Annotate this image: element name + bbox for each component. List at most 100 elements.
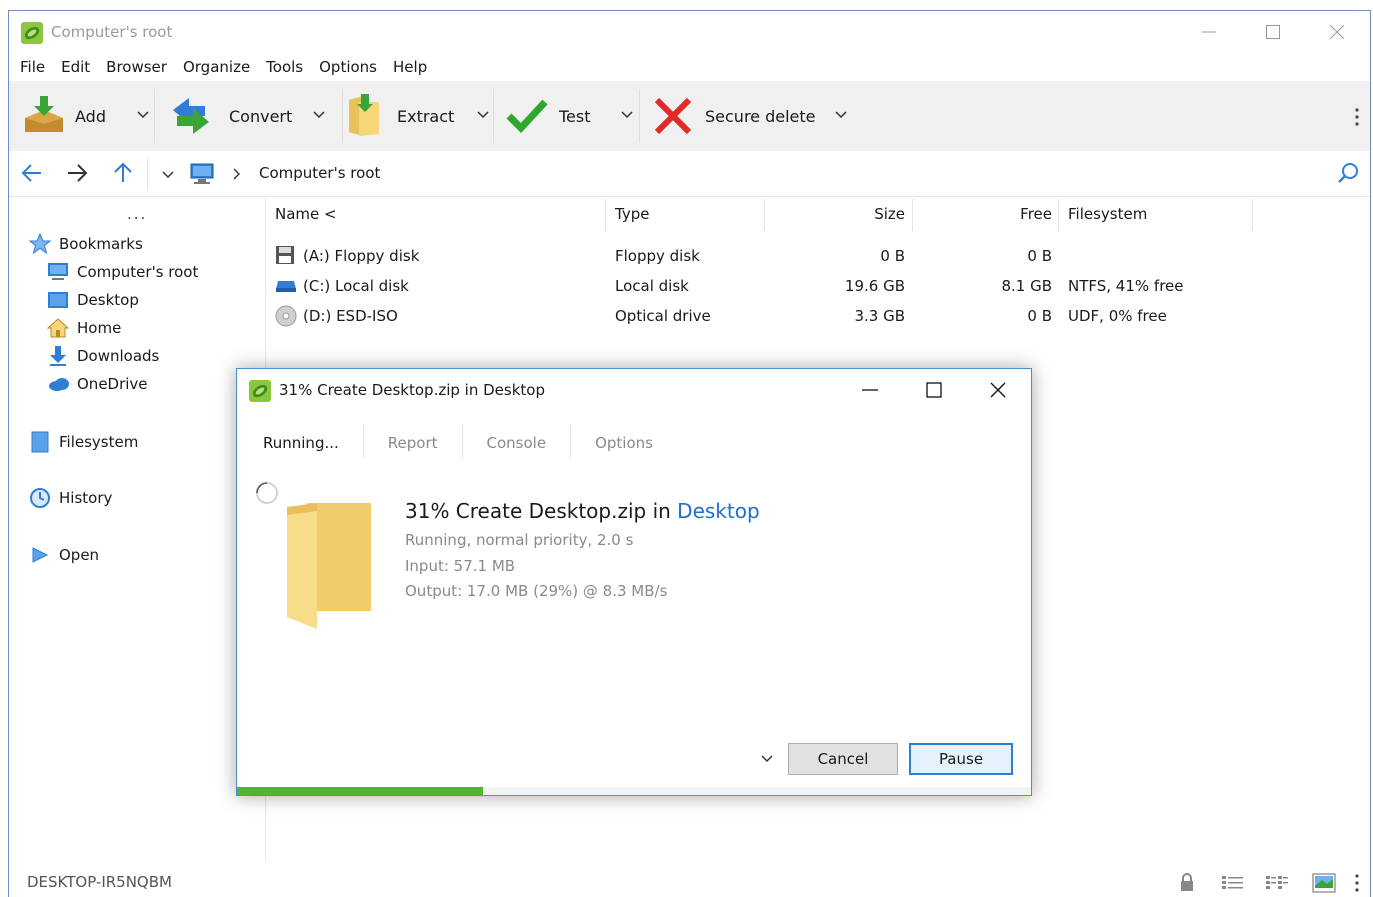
dialog-close-button[interactable]: [983, 377, 1013, 403]
close-icon: [990, 382, 1006, 398]
menu-browser[interactable]: Browser: [101, 55, 172, 81]
floppy-disk-icon: [276, 246, 294, 264]
computer-icon: [47, 261, 69, 283]
breadcrumb[interactable]: Computer's root: [259, 164, 380, 182]
output-size-line: Output: 17.0 MB (29%) @ 8.3 MB/s: [405, 582, 668, 600]
search-icon[interactable]: [1337, 162, 1359, 184]
sidebar-item-home[interactable]: Home: [47, 317, 121, 339]
row-type: Local disk: [615, 277, 689, 295]
sidebar-open[interactable]: Open: [29, 544, 99, 566]
test-label: Test: [559, 106, 591, 126]
column-header-size[interactable]: Size: [767, 197, 905, 231]
sidebar-item-label: Home: [77, 319, 122, 337]
test-button[interactable]: Test: [505, 81, 633, 151]
menu-edit[interactable]: Edit: [56, 55, 95, 81]
tab-options[interactable]: Options: [585, 425, 677, 459]
extract-label: Extract: [397, 106, 455, 126]
sidebar-item-desktop[interactable]: Desktop: [47, 289, 139, 311]
maximize-icon: [926, 382, 942, 398]
list-view-icon[interactable]: [1265, 875, 1289, 891]
dialog-minimize-button[interactable]: [855, 377, 885, 403]
convert-icon: [173, 98, 209, 134]
checkmark-icon: [506, 99, 548, 134]
sidebar-item-label: Desktop: [77, 291, 139, 309]
minimize-icon: [1202, 31, 1216, 33]
up-arrow-icon[interactable]: [113, 162, 133, 184]
folder-icon: [287, 503, 371, 629]
table-row[interactable]: (C:) Local disk Local disk 19.6 GB 8.1 G…: [267, 271, 1267, 301]
status-computer-name: DESKTOP-IR5NQBM: [27, 873, 172, 891]
extract-button[interactable]: Extract: [345, 81, 489, 151]
convert-dropdown-chevron-icon[interactable]: [313, 111, 325, 119]
menu-bar: File Edit Browser Organize Tools Options…: [9, 55, 1370, 81]
minimize-button[interactable]: [1195, 19, 1223, 45]
more-options-chevron-icon[interactable]: [761, 755, 773, 763]
menu-file[interactable]: File: [15, 55, 50, 81]
destination-link[interactable]: Desktop: [677, 499, 759, 523]
add-dropdown-chevron-icon[interactable]: [137, 111, 149, 119]
progress-bar-fill: [237, 787, 484, 795]
tab-console[interactable]: Console: [477, 425, 572, 459]
sidebar: ... Bookmarks Computer's root Desktop Ho…: [9, 197, 266, 861]
filesystem-icon: [29, 431, 51, 453]
peazip-logo-icon: [249, 380, 271, 402]
clock-icon: [29, 487, 51, 509]
column-header-type[interactable]: Type: [615, 197, 649, 231]
column-header-free[interactable]: Free: [917, 197, 1052, 231]
toolbar-overflow-icon[interactable]: [1354, 107, 1360, 127]
lock-icon[interactable]: [1179, 872, 1195, 892]
menu-tools[interactable]: Tools: [261, 55, 308, 81]
sidebar-item-onedrive[interactable]: OneDrive: [47, 373, 148, 395]
sidebar-history-label: History: [59, 489, 113, 507]
menu-options[interactable]: Options: [314, 55, 382, 81]
sidebar-item-downloads[interactable]: Downloads: [47, 345, 159, 367]
table-row[interactable]: (A:) Floppy disk Floppy disk 0 B 0 B: [267, 241, 1267, 271]
dialog-tabs: Running... Report Console Options: [253, 425, 691, 463]
sidebar-more[interactable]: ...: [127, 205, 147, 223]
dialog-title: 31% Create Desktop.zip in Desktop: [279, 381, 545, 399]
sidebar-history[interactable]: History: [29, 487, 112, 509]
convert-button[interactable]: Convert: [169, 81, 325, 151]
add-button[interactable]: Add: [21, 81, 149, 151]
secure-delete-button[interactable]: Secure delete: [653, 81, 847, 151]
column-header-filesystem[interactable]: Filesystem: [1068, 197, 1147, 231]
row-free: 8.1 GB: [1001, 277, 1052, 295]
secure-delete-label: Secure delete: [705, 106, 816, 126]
row-filesystem: UDF, 0% free: [1068, 307, 1167, 325]
menu-help[interactable]: Help: [388, 55, 432, 81]
back-arrow-icon[interactable]: [21, 163, 43, 183]
address-bar: Computer's root: [9, 151, 1370, 197]
maximize-button[interactable]: [1259, 19, 1287, 45]
add-label: Add: [75, 106, 106, 126]
secure-delete-dropdown-chevron-icon[interactable]: [835, 111, 847, 119]
forward-arrow-icon[interactable]: [66, 163, 88, 183]
row-size: 3.3 GB: [854, 307, 905, 325]
test-dropdown-chevron-icon[interactable]: [621, 111, 633, 119]
sidebar-item-computers-root[interactable]: Computer's root: [47, 261, 198, 283]
home-icon: [47, 317, 69, 339]
column-divider: [605, 199, 606, 231]
cancel-button[interactable]: Cancel: [788, 743, 898, 775]
sidebar-bookmarks[interactable]: Bookmarks: [29, 233, 143, 255]
extract-dropdown-chevron-icon[interactable]: [477, 111, 489, 119]
menu-organize[interactable]: Organize: [178, 55, 255, 81]
table-row[interactable]: (D:) ESD-ISO Optical drive 3.3 GB 0 B UD…: [267, 301, 1267, 331]
row-name: (A:) Floppy disk: [303, 247, 420, 265]
pause-button[interactable]: Pause: [909, 743, 1013, 775]
thumbnail-view-icon[interactable]: [1312, 873, 1336, 893]
star-icon: [29, 233, 51, 255]
column-header-name[interactable]: Name <: [275, 197, 337, 231]
tab-running[interactable]: Running...: [253, 425, 364, 459]
sidebar-filesystem[interactable]: Filesystem: [29, 431, 138, 453]
hard-drive-icon: [276, 281, 296, 292]
statusbar-overflow-icon[interactable]: [1354, 873, 1360, 893]
row-filesystem: NTFS, 41% free: [1068, 277, 1184, 295]
details-view-icon[interactable]: [1221, 875, 1245, 891]
close-button[interactable]: [1323, 19, 1351, 45]
dialog-maximize-button[interactable]: [919, 377, 949, 403]
operation-heading: 31% Create Desktop.zip in Desktop: [405, 499, 760, 523]
tab-report[interactable]: Report: [378, 425, 463, 459]
history-chevron-icon[interactable]: [162, 171, 174, 179]
column-divider: [1058, 199, 1059, 231]
sidebar-bookmarks-label: Bookmarks: [59, 235, 143, 253]
